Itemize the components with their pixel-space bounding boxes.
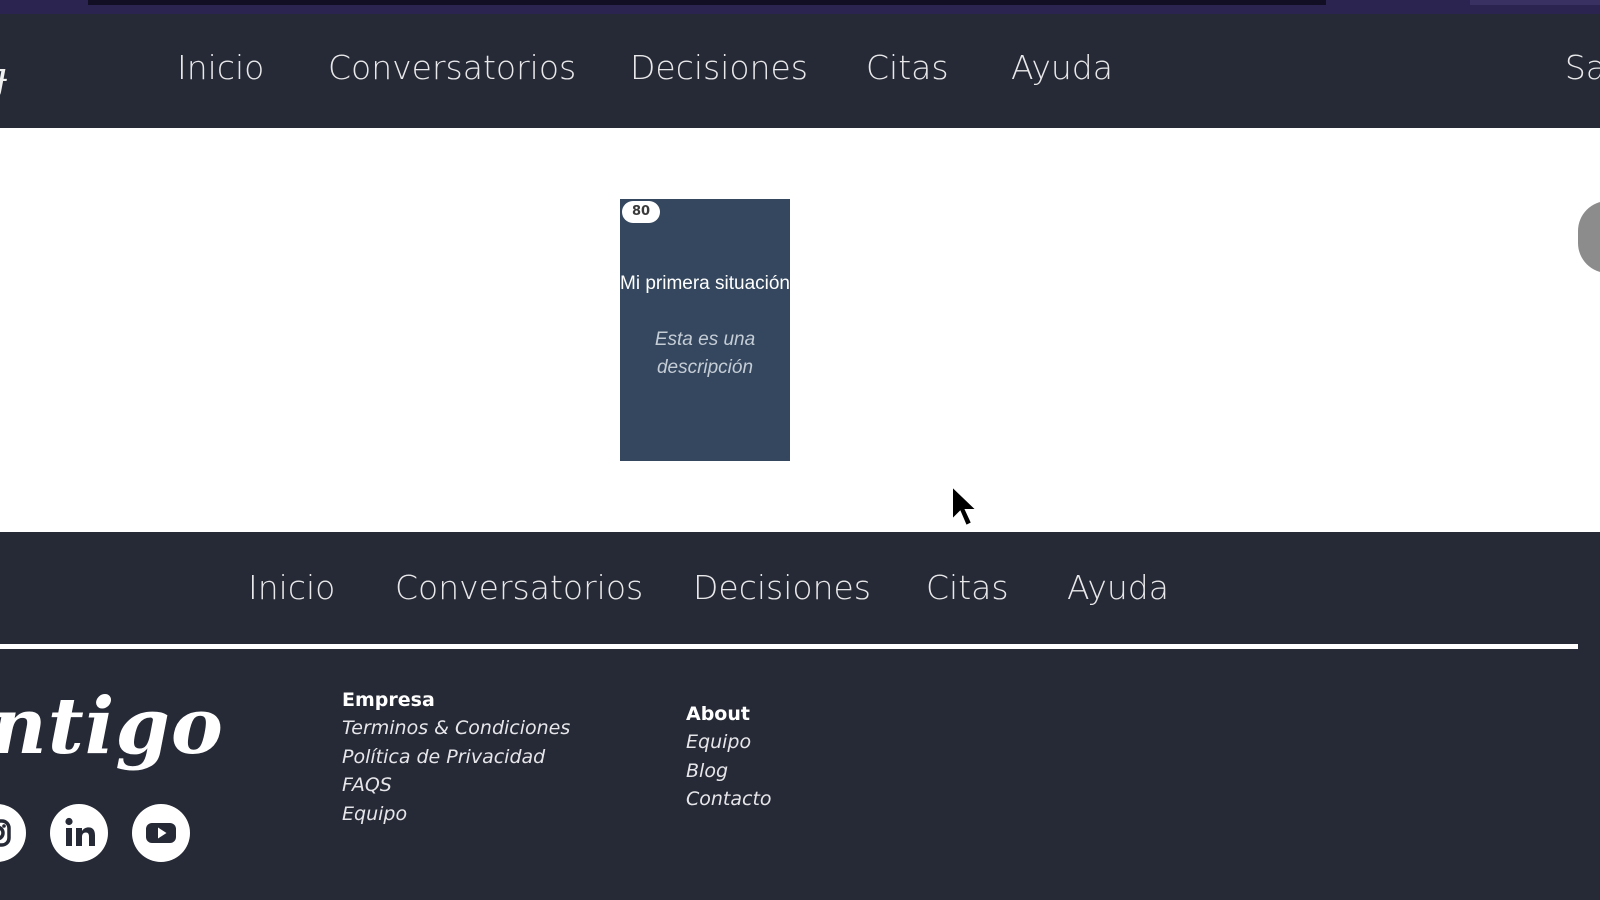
nav-inicio[interactable]: Inicio (177, 48, 264, 87)
instagram-button[interactable] (0, 804, 26, 862)
footer-column-empresa: Empresa Terminos & Condiciones Política … (342, 686, 570, 828)
site-header: ɟ Inicio Conversatorios Decisiones Citas… (0, 14, 1600, 128)
nav-conversatorios[interactable]: Conversatorios (328, 48, 576, 87)
footer-column-heading: About (686, 703, 750, 725)
youtube-button[interactable] (132, 804, 190, 862)
footer-link-faqs[interactable]: FAQS (342, 771, 570, 800)
main-content: 80 Mi primera situación Esta es una desc… (0, 128, 1600, 532)
footer-link-blog[interactable]: Blog (686, 757, 772, 786)
top-strip-bar (88, 0, 1326, 5)
footer-brand-logo[interactable]: ntigo (0, 682, 224, 772)
nav-ayuda[interactable]: Ayuda (1011, 48, 1113, 87)
instagram-icon (0, 819, 11, 847)
footer-nav-ayuda[interactable]: Ayuda (1067, 568, 1169, 607)
footer-nav-decisiones[interactable]: Decisiones (693, 568, 871, 607)
youtube-icon (146, 823, 176, 843)
linkedin-icon (65, 817, 95, 846)
card-title: Mi primera situación (620, 273, 790, 294)
footer-link-equipo[interactable]: Equipo (342, 800, 570, 829)
footer-nav-inicio[interactable]: Inicio (248, 568, 335, 607)
footer-link-equipo[interactable]: Equipo (686, 728, 772, 757)
nav-decisiones[interactable]: Decisiones (630, 48, 808, 87)
footer-divider (0, 644, 1578, 649)
card-description: Esta es una descripción (654, 329, 756, 378)
site-footer: Inicio Conversatorios Decisiones Citas A… (0, 532, 1600, 900)
mouse-cursor-icon (951, 484, 980, 528)
nav-citas[interactable]: Citas (866, 48, 949, 87)
situation-card[interactable]: 80 Mi primera situación Esta es una desc… (620, 199, 790, 461)
card-count-badge: 80 (622, 201, 660, 223)
footer-nav-conversatorios[interactable]: Conversatorios (395, 568, 643, 607)
footer-column-about: About Equipo Blog Contacto (686, 700, 772, 814)
footer-link-privacidad[interactable]: Política de Privacidad (342, 743, 570, 772)
top-strip-bar-right (1470, 0, 1600, 5)
side-scroll-handle[interactable] (1578, 201, 1600, 273)
logo-fragment[interactable]: ɟ (0, 54, 7, 100)
footer-link-contacto[interactable]: Contacto (686, 785, 772, 814)
footer-column-heading: Empresa (342, 689, 435, 711)
linkedin-button[interactable] (50, 804, 108, 862)
footer-nav-citas[interactable]: Citas (926, 568, 1009, 607)
footer-link-terminos[interactable]: Terminos & Condiciones (342, 714, 570, 743)
browser-top-strip (0, 0, 1600, 14)
nav-right-link[interactable]: Sa (1565, 48, 1600, 87)
